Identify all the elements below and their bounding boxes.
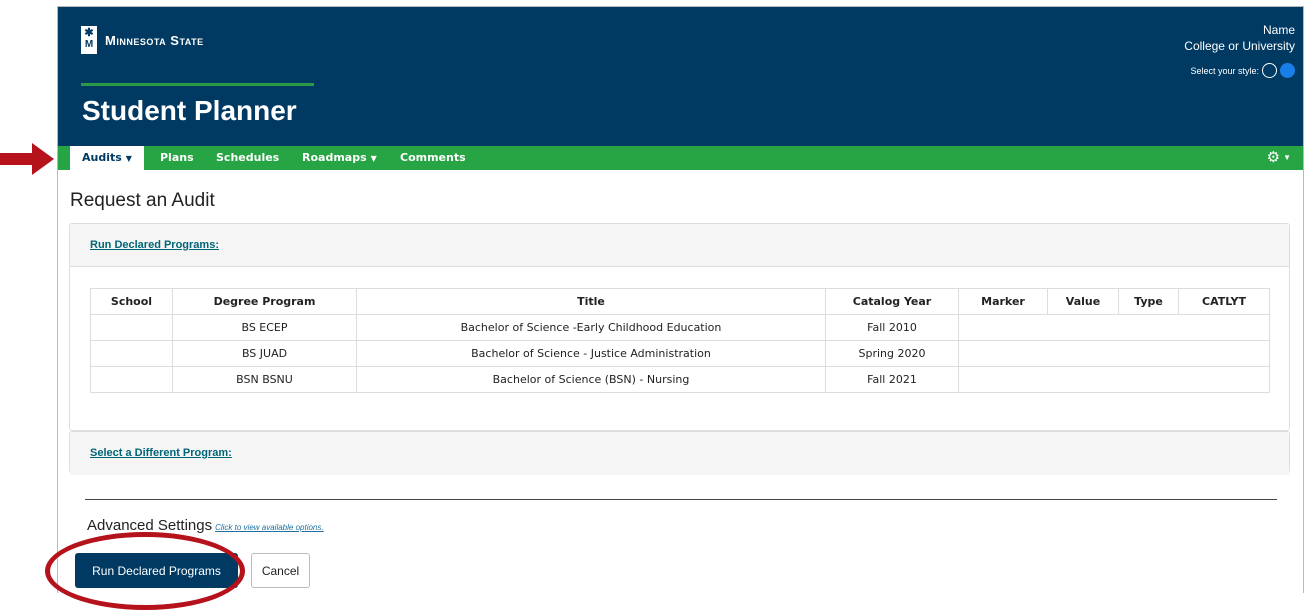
minnesota-star-icon: ✱ M [81, 26, 97, 54]
app-header: ✱ M Minnesota State Student Planner Name … [58, 7, 1303, 146]
table-row[interactable]: BS JUAD Bachelor of Science - Justice Ad… [90, 340, 1270, 367]
nav-plans-label: Plans [160, 151, 194, 164]
table-cell: Fall 2021 [825, 366, 959, 393]
table-cell: Bachelor of Science (BSN) - Nursing [356, 366, 826, 393]
table-cell: Bachelor of Science - Justice Administra… [356, 340, 826, 367]
nav-audits[interactable]: Audits ▼ [70, 146, 144, 170]
table-row[interactable]: BSN BSNU Bachelor of Science (BSN) - Nur… [90, 366, 1270, 393]
column-header: School [90, 288, 173, 315]
logo-text: Minnesota State [105, 32, 204, 48]
table-row[interactable]: BS ECEP Bachelor of Science -Early Child… [90, 314, 1270, 341]
divider [85, 499, 1277, 500]
user-info: Name College or University [1184, 22, 1295, 54]
column-header: CATLYT [1178, 288, 1270, 315]
table-cell: Bachelor of Science -Early Childhood Edu… [356, 314, 826, 341]
page-title: Request an Audit [70, 190, 215, 211]
settings-menu[interactable]: ⚙ ▼ [1267, 146, 1291, 170]
table-cell [958, 340, 1270, 367]
app-title: Student Planner [82, 95, 297, 126]
column-header: Marker [958, 288, 1048, 315]
caret-down-icon: ▼ [125, 154, 132, 163]
style-selector-label: Select your style: [1190, 65, 1259, 76]
run-declared-programs-link[interactable]: Run Declared Programs: [90, 239, 219, 251]
header-rule [81, 83, 314, 86]
column-header: Type [1118, 288, 1179, 315]
nav-comments-label: Comments [400, 151, 466, 164]
table-cell: BSN BSNU [172, 366, 357, 393]
table-cell: BS ECEP [172, 314, 357, 341]
table-cell [90, 340, 173, 367]
nav-schedules-label: Schedules [216, 151, 280, 164]
programs-table: School Degree Program Title Catalog Year… [90, 288, 1270, 393]
column-header: Title [356, 288, 826, 315]
table-cell [958, 366, 1270, 393]
nav-audits-label: Audits [82, 151, 122, 164]
gear-icon: ⚙ [1266, 149, 1281, 166]
table-cell: BS JUAD [172, 340, 357, 367]
run-declared-programs-button[interactable]: Run Declared Programs [75, 553, 238, 588]
annotation-arrow-icon [0, 143, 54, 175]
column-header: Catalog Year [825, 288, 959, 315]
table-cell [90, 314, 173, 341]
declared-programs-heading: Run Declared Programs: [70, 224, 1289, 267]
nav-roadmaps-label: Roadmaps [302, 151, 367, 164]
table-cell [90, 366, 173, 393]
advanced-settings-link[interactable]: Click to view available options. [215, 523, 324, 532]
nav-plans[interactable]: Plans [160, 146, 194, 170]
logo: ✱ M Minnesota State [81, 26, 204, 54]
different-program-heading: Select a Different Program: [70, 432, 1289, 475]
table-cell: Spring 2020 [825, 340, 959, 367]
select-different-program-link[interactable]: Select a Different Program: [90, 447, 232, 459]
column-header: Value [1047, 288, 1119, 315]
nav-roadmaps[interactable]: Roadmaps ▼ [302, 146, 377, 170]
declared-programs-panel: Run Declared Programs: School Degree Pro… [69, 223, 1290, 431]
table-header-row: School Degree Program Title Catalog Year… [90, 288, 1270, 315]
style-light-toggle[interactable] [1262, 63, 1277, 78]
nav-schedules[interactable]: Schedules [216, 146, 279, 170]
column-header: Degree Program [172, 288, 357, 315]
advanced-settings: Advanced Settings Click to view available… [87, 517, 324, 534]
cancel-button[interactable]: Cancel [251, 553, 310, 588]
advanced-settings-label: Advanced Settings [87, 517, 213, 534]
caret-down-icon: ▼ [370, 154, 377, 163]
main-nav: Audits ▼ Plans Schedules Roadmaps ▼ Commen… [58, 146, 1303, 170]
app-window: ✱ M Minnesota State Student Planner Name … [57, 6, 1304, 593]
nav-comments[interactable]: Comments [400, 146, 466, 170]
caret-down-icon: ▼ [1283, 153, 1291, 162]
style-selector: Select your style: [1190, 63, 1295, 78]
different-program-panel: Select a Different Program: [69, 431, 1290, 475]
table-cell [958, 314, 1270, 341]
style-blue-toggle[interactable] [1280, 63, 1295, 78]
user-name: Name [1262, 23, 1295, 37]
table-cell: Fall 2010 [825, 314, 959, 341]
institution-name: College or University [1184, 39, 1295, 53]
